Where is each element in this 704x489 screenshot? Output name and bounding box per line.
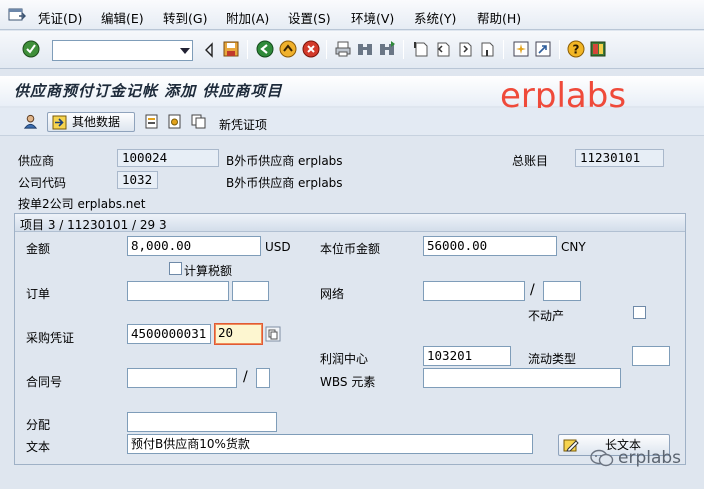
last-page-icon[interactable]: [478, 40, 496, 58]
toolbar-separator: [403, 40, 404, 59]
footer-watermark-text: erplabs: [618, 448, 682, 468]
page-title: 供应商预付订金记帐 添加 供应商项目: [14, 82, 283, 100]
gl-account-field: 11230101: [575, 149, 664, 167]
simulate-icon[interactable]: [167, 114, 182, 129]
amount-input[interactable]: 8,000.00: [127, 236, 261, 256]
find-next-icon[interactable]: [378, 40, 396, 58]
wbs-input[interactable]: [423, 368, 621, 388]
document-overview-icon[interactable]: [144, 114, 159, 129]
shortcut-icon[interactable]: [534, 40, 552, 58]
toolbar-separator: [247, 40, 248, 59]
layout-menu-icon[interactable]: [589, 40, 607, 58]
menu-system[interactable]: 系统(Y): [414, 8, 456, 27]
calculate-tax-label: 计算税额: [184, 264, 233, 278]
network-activity-input[interactable]: [543, 281, 581, 301]
company-vendor-name: B外币供应商 erplabs: [226, 176, 343, 190]
profit-center-input[interactable]: 103201: [423, 346, 511, 366]
contract-input[interactable]: [127, 368, 237, 388]
other-data-button[interactable]: 其他数据: [47, 112, 135, 132]
command-field[interactable]: [52, 40, 193, 61]
order-label: 订单: [26, 287, 51, 301]
sap-window-icon[interactable]: [8, 7, 26, 23]
print-icon[interactable]: [334, 40, 352, 58]
wechat-logo-icon: [590, 449, 614, 467]
amount-label: 金额: [26, 242, 51, 256]
text-label: 文本: [26, 440, 51, 454]
other-data-label: 其他数据: [72, 115, 121, 129]
next-page-icon[interactable]: [456, 40, 474, 58]
assignment-label: 分配: [26, 418, 51, 432]
copy-icon[interactable]: [191, 114, 206, 129]
toolbar-separator: [326, 40, 327, 59]
previous-page-icon[interactable]: [434, 40, 452, 58]
toolbar-separator: [559, 40, 560, 59]
find-icon[interactable]: [356, 40, 374, 58]
menu-document[interactable]: 凭证(D): [38, 8, 82, 27]
network-input[interactable]: [423, 281, 525, 301]
contract-separator: /: [243, 369, 248, 385]
company-name: 按单2公司 erplabs.net: [18, 197, 146, 211]
contract-label: 合同号: [26, 375, 63, 389]
enter-check-icon[interactable]: [22, 40, 40, 58]
local-currency: CNY: [561, 240, 586, 254]
local-amount-input[interactable]: 56000.00: [423, 236, 557, 256]
calculate-tax-checkbox[interactable]: [169, 262, 182, 275]
purchasing-document-label: 采购凭证: [26, 331, 75, 345]
back-icon[interactable]: [256, 40, 274, 58]
menu-help[interactable]: 帮助(H): [477, 8, 521, 27]
search-help-icon[interactable]: [265, 326, 281, 342]
real-estate-checkbox[interactable]: [633, 306, 646, 319]
wbs-label: WBS 元素: [320, 375, 376, 389]
arrow-right-icon: [52, 115, 67, 130]
user-icon[interactable]: [22, 113, 39, 130]
first-page-icon[interactable]: [412, 40, 430, 58]
help-icon[interactable]: ?: [567, 40, 585, 58]
contract-type-input[interactable]: [256, 368, 270, 388]
pencil-note-icon: [563, 439, 579, 452]
order-item-input[interactable]: [232, 281, 269, 301]
save-icon[interactable]: [222, 40, 240, 58]
menu-extras[interactable]: 附加(A): [226, 8, 269, 27]
new-document-item-label[interactable]: 新凭证项: [219, 116, 267, 133]
network-label: 网络: [320, 287, 345, 301]
chevron-down-icon[interactable]: [180, 48, 190, 54]
purchasing-item-input[interactable]: 20: [214, 323, 263, 345]
profit-center-label: 利润中心: [320, 352, 369, 366]
local-amount-label: 本位币金额: [320, 242, 381, 256]
exit-icon[interactable]: [279, 40, 297, 58]
company-code-label: 公司代码: [18, 176, 67, 190]
menu-goto[interactable]: 转到(G): [163, 8, 207, 27]
toolbar-separator: [503, 40, 504, 59]
flow-type-label: 流动类型: [528, 352, 577, 366]
amount-currency: USD: [265, 240, 291, 254]
order-input[interactable]: [127, 281, 229, 301]
vendor-label: 供应商: [18, 154, 55, 168]
vendor-field: 100024: [117, 149, 219, 167]
new-session-icon[interactable]: [512, 40, 530, 58]
assignment-input[interactable]: [127, 412, 277, 432]
menu-environment[interactable]: 环境(V): [351, 8, 394, 27]
svg-text:?: ?: [573, 43, 580, 57]
purchasing-document-input[interactable]: 4500000031: [127, 324, 211, 344]
cancel-icon[interactable]: [302, 40, 320, 58]
company-code-field: 1032: [117, 171, 158, 189]
real-estate-label: 不动产: [528, 309, 565, 323]
menu-settings[interactable]: 设置(S): [288, 8, 331, 27]
history-back-icon[interactable]: [200, 41, 218, 59]
flow-type-input[interactable]: [632, 346, 670, 366]
menu-edit[interactable]: 编辑(E): [101, 8, 144, 27]
text-input[interactable]: 预付B供应商10%货款: [127, 434, 533, 454]
gl-account-label: 总账目: [512, 154, 549, 168]
item-group-title: 项目 3 / 11230101 / 29 3: [20, 218, 167, 232]
network-separator: /: [530, 282, 535, 298]
vendor-name: B外币供应商 erplabs: [226, 154, 343, 168]
